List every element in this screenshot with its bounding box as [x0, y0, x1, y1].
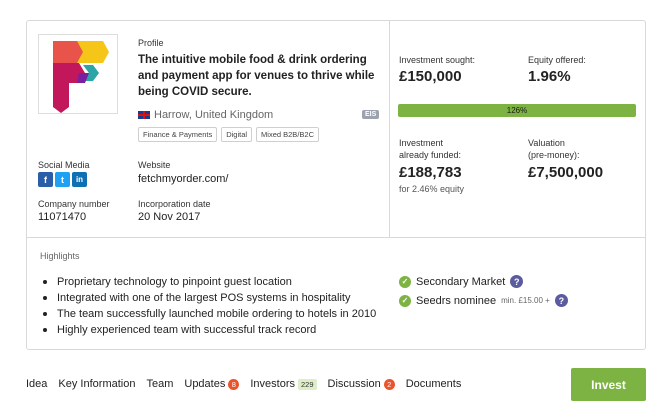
- profile-section: Profile The intuitive mobile food & drin…: [27, 21, 389, 237]
- campaign-card: Profile The intuitive mobile food & drin…: [26, 20, 646, 350]
- uk-flag-icon: [138, 111, 150, 119]
- funded-value: £188,783: [399, 164, 462, 181]
- incorporation-date: 20 Nov 2017: [138, 211, 201, 223]
- list-item: Highly experienced team with successful …: [43, 322, 376, 338]
- equity-offered-value: 1.96%: [528, 68, 571, 85]
- check-icon: ✓: [399, 294, 411, 307]
- valuation-value: £7,500,000: [528, 164, 604, 181]
- investment-stats: Investment sought: £150,000 Equity offer…: [389, 21, 646, 237]
- social-media-label: Social Media: [38, 160, 90, 170]
- updates-count-badge: 8: [228, 378, 240, 390]
- feature-badges: ✓ Secondary Market ? ✓ Seedrs nominee mi…: [399, 272, 568, 310]
- tab-updates[interactable]: Updates 8: [184, 378, 240, 390]
- social-links: f t in: [38, 172, 87, 187]
- list-item: Proprietary technology to pinpoint guest…: [43, 274, 376, 290]
- location-text: Harrow, United Kingdom: [154, 109, 274, 121]
- tag-item[interactable]: Finance & Payments: [138, 127, 218, 142]
- seedrs-nominee-badge: ✓ Seedrs nominee min. £15.00 + ?: [399, 291, 568, 310]
- investors-count-badge: 229: [298, 378, 317, 390]
- tab-documents[interactable]: Documents: [406, 378, 462, 390]
- invest-button[interactable]: Invest: [571, 368, 646, 401]
- funded-equity-note: for 2.46% equity: [399, 184, 465, 194]
- list-item: Integrated with one of the largest POS s…: [43, 290, 376, 306]
- incorporation-date-label: Incorporation date: [138, 199, 211, 209]
- help-icon[interactable]: ?: [554, 294, 568, 307]
- tab-idea[interactable]: Idea: [26, 378, 47, 390]
- investment-sought-label: Investment sought:: [399, 55, 476, 65]
- min-investment-note: min. £15.00 +: [501, 296, 550, 305]
- tab-key-information[interactable]: Key Information: [58, 378, 135, 390]
- investment-sought-value: £150,000: [399, 68, 462, 85]
- linkedin-icon[interactable]: in: [72, 172, 87, 187]
- discussion-count-badge: 2: [383, 378, 395, 390]
- company-number: 11071470: [38, 211, 87, 223]
- tab-investors[interactable]: Investors 229: [250, 378, 317, 390]
- facebook-icon[interactable]: f: [38, 172, 53, 187]
- website-link[interactable]: fetchmyorder.com/: [138, 173, 228, 185]
- highlights-title: Highlights: [40, 251, 80, 261]
- tag-item[interactable]: Mixed B2B/B2C: [256, 127, 319, 142]
- company-logo: [38, 34, 118, 114]
- company-number-label: Company number: [38, 199, 110, 209]
- sector-tags: Finance & Payments Digital Mixed B2B/B2C: [138, 127, 319, 142]
- tab-discussion[interactable]: Discussion 2: [328, 378, 395, 390]
- tag-item[interactable]: Digital: [221, 127, 253, 142]
- highlights-section: Highlights Proprietary technology to pin…: [27, 237, 645, 350]
- tab-team[interactable]: Team: [146, 378, 173, 390]
- secondary-market-badge: ✓ Secondary Market ?: [399, 272, 568, 291]
- eis-badge: EIS: [362, 110, 380, 119]
- company-description: The intuitive mobile food & drink orderi…: [138, 54, 375, 98]
- list-item: The team successfully launched mobile or…: [43, 306, 376, 322]
- progress-percent: 126%: [506, 106, 528, 115]
- twitter-icon[interactable]: t: [55, 172, 70, 187]
- highlights-list: Proprietary technology to pinpoint guest…: [43, 274, 376, 338]
- profile-label: Profile: [138, 38, 164, 48]
- campaign-tabs: Idea Key Information Team Updates 8 Inve…: [26, 378, 472, 390]
- location: Harrow, United Kingdom: [138, 109, 273, 121]
- check-icon: ✓: [399, 275, 411, 288]
- help-icon[interactable]: ?: [510, 275, 524, 288]
- funding-progress-bar: 126%: [398, 104, 636, 117]
- funded-label: Investment already funded:: [399, 138, 462, 160]
- valuation-label: Valuation (pre-money):: [528, 138, 580, 160]
- website-label: Website: [138, 160, 171, 170]
- equity-offered-label: Equity offered:: [528, 55, 586, 65]
